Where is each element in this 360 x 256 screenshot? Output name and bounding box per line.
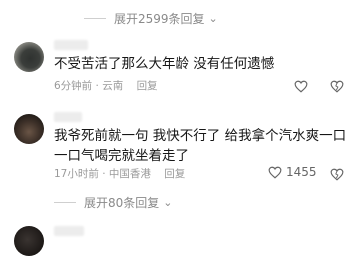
- expand-replies-label: 展开2599条回复: [114, 12, 205, 26]
- like-button[interactable]: [294, 78, 308, 97]
- comment-time: 17小时前: [54, 168, 99, 180]
- comment-time: 6分钟前: [54, 80, 93, 92]
- comment-text-line-2: 一口气喝完就坐着走了: [54, 148, 189, 164]
- dislike-button[interactable]: [330, 166, 344, 185]
- reply-button[interactable]: 回复: [164, 168, 185, 180]
- chevron-down-icon: ⌄: [208, 12, 218, 25]
- avatar[interactable]: [14, 226, 44, 256]
- chevron-down-icon: ⌄: [163, 196, 173, 209]
- dislike-button[interactable]: [330, 78, 344, 97]
- broken-heart-icon: [330, 80, 344, 93]
- username[interactable]: [54, 40, 88, 50]
- heart-icon: [268, 166, 282, 179]
- comment-location: 中国香港: [108, 168, 151, 180]
- comment-meta: 17小时前 · 中国香港 回复: [54, 168, 186, 180]
- like-button[interactable]: 1455: [268, 165, 317, 179]
- username[interactable]: [54, 112, 82, 122]
- comment-meta: 6分钟前 · 云南 回复: [54, 80, 158, 92]
- avatar[interactable]: [14, 42, 44, 72]
- comment-location: 云南: [102, 80, 124, 92]
- avatar[interactable]: [14, 114, 44, 144]
- like-count: 1455: [286, 165, 317, 179]
- divider-line: [54, 202, 76, 203]
- divider-line: [84, 18, 106, 19]
- username[interactable]: [54, 226, 84, 236]
- expand-replies-bottom[interactable]: 展开80条回复 ⌄: [54, 194, 173, 211]
- comment-text-line-1: 我爷死前就一句 我快不行了 给我拿个汽水爽一口: [54, 128, 347, 144]
- comment-text: 不受苦活了那么大年龄 没有任何遗憾: [54, 56, 275, 72]
- broken-heart-icon: [330, 168, 344, 181]
- expand-replies-top[interactable]: 展开2599条回复 ⌄: [84, 10, 218, 27]
- reply-button[interactable]: 回复: [137, 80, 158, 92]
- heart-icon: [294, 80, 308, 93]
- expand-replies-label: 展开80条回复: [84, 196, 160, 210]
